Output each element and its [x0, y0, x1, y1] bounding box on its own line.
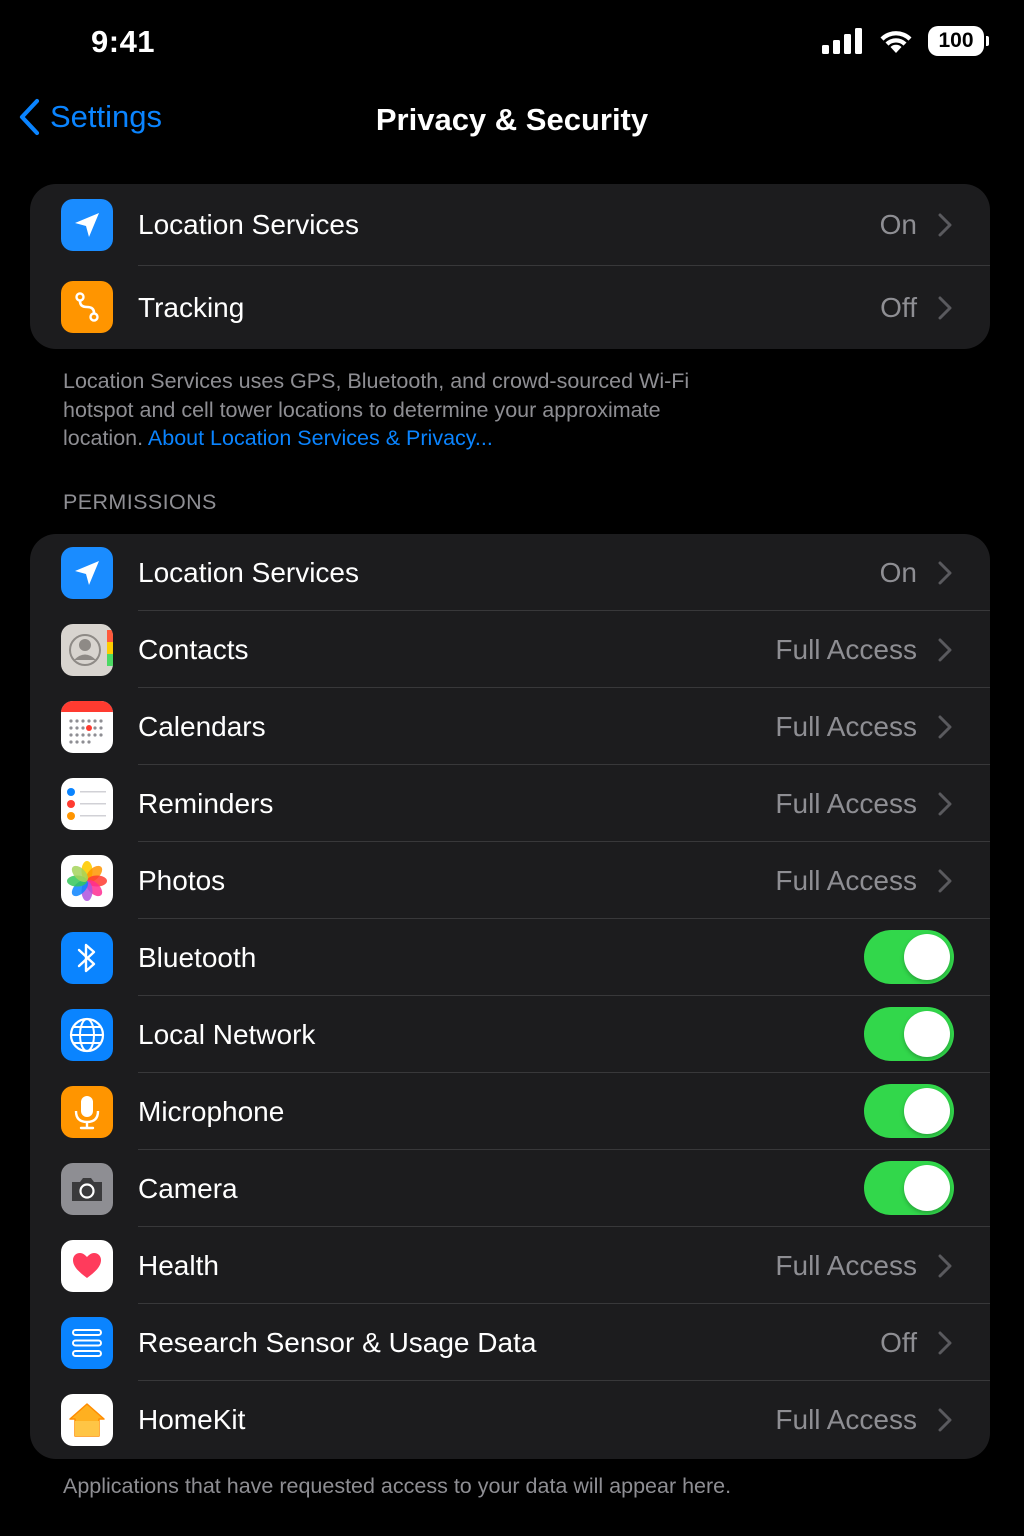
row-reminders[interactable]: Reminders Full Access: [30, 765, 990, 842]
toggle-knob: [904, 934, 950, 980]
row-camera: Camera: [30, 1150, 990, 1227]
wifi-icon: [880, 31, 912, 53]
battery-level: 100: [938, 29, 974, 52]
row-value: On: [879, 209, 917, 240]
row-value: Full Access: [775, 1249, 917, 1281]
row-label: Local Network: [138, 1018, 316, 1050]
row-label: Research Sensor & Usage Data: [138, 1326, 537, 1358]
chevron-right-icon: [938, 1254, 952, 1277]
research-icon: [61, 1317, 113, 1369]
chevron-right-icon: [938, 715, 952, 738]
home-icon: [61, 1394, 113, 1446]
battery-indicator: 100: [928, 26, 989, 56]
row-label: Photos: [138, 864, 226, 896]
globe-icon: [61, 1009, 113, 1061]
status-time: 9:41: [91, 24, 156, 59]
status-icons: 100: [822, 26, 989, 56]
microphone-icon: [61, 1086, 113, 1138]
permissions-header: PERMISSIONS: [63, 490, 217, 514]
tracking-icon: [61, 281, 113, 333]
camera-icon: [61, 1163, 113, 1215]
cellular-signal-icon: [822, 28, 862, 54]
row-label: Bluetooth: [138, 941, 257, 973]
photos-icon: [61, 855, 113, 907]
top-settings-group: Location Services On Tracking Off: [30, 184, 990, 349]
row-label: Tracking: [138, 291, 245, 323]
bluetooth-toggle[interactable]: [864, 930, 954, 984]
toggle-knob: [904, 1088, 950, 1134]
row-value: Full Access: [775, 787, 917, 819]
toggle-knob: [904, 1165, 950, 1211]
row-tracking[interactable]: Tracking Off: [30, 266, 990, 349]
chevron-right-icon: [938, 296, 952, 319]
chevron-right-icon: [938, 561, 952, 584]
row-label: Location Services: [138, 209, 360, 240]
chevron-right-icon: [938, 213, 952, 237]
row-label: Location Services: [138, 556, 360, 588]
row-label: Health: [138, 1249, 219, 1281]
location-arrow-icon: [61, 199, 113, 251]
row-health[interactable]: Health Full Access: [30, 1227, 990, 1304]
row-label: Calendars: [138, 710, 266, 742]
reminders-icon: [61, 778, 113, 830]
chevron-right-icon: [938, 792, 952, 815]
row-bluetooth: Bluetooth: [30, 919, 990, 996]
chevron-right-icon: [938, 1331, 952, 1354]
local-network-toggle[interactable]: [864, 1007, 954, 1061]
row-location-services[interactable]: Location Services On: [30, 184, 990, 266]
row-value: Full Access: [775, 1404, 917, 1435]
row-label: Contacts: [138, 633, 249, 665]
row-value: Full Access: [775, 633, 917, 665]
row-label: Camera: [138, 1172, 238, 1204]
calendar-icon: [61, 701, 113, 753]
health-heart-icon: [61, 1240, 113, 1292]
toggle-knob: [904, 1011, 950, 1057]
row-photos[interactable]: Photos Full Access: [30, 842, 990, 919]
page-title: Privacy & Security: [375, 102, 649, 137]
camera-toggle[interactable]: [864, 1161, 954, 1215]
row-value: Full Access: [775, 710, 917, 742]
microphone-toggle[interactable]: [864, 1084, 954, 1138]
about-location-privacy-link[interactable]: About Location Services & Privacy...: [148, 426, 493, 450]
row-research-sensor[interactable]: Research Sensor & Usage Data Off: [30, 1304, 990, 1381]
contacts-icon: [61, 624, 113, 676]
row-value: Off: [880, 291, 917, 323]
row-value: On: [879, 556, 917, 588]
row-value: Off: [880, 1326, 917, 1358]
navigation-bar: Settings Privacy & Security: [0, 92, 1024, 148]
location-arrow-icon: [61, 547, 113, 599]
row-contacts[interactable]: Contacts Full Access: [30, 611, 990, 688]
chevron-right-icon: [938, 638, 952, 661]
bluetooth-icon: [61, 932, 113, 984]
chevron-right-icon: [938, 1408, 952, 1432]
permissions-footer: Applications that have requested access …: [63, 1474, 732, 1498]
row-homekit[interactable]: HomeKit Full Access: [30, 1381, 990, 1459]
row-value: Full Access: [775, 864, 917, 896]
row-label: Microphone: [138, 1095, 285, 1127]
status-bar: 9:41 100: [0, 0, 1024, 84]
chevron-right-icon: [938, 869, 952, 892]
permissions-group: Location Services On Contacts Full Acces…: [30, 534, 990, 1459]
row-calendars[interactable]: Calendars Full Access: [30, 688, 990, 765]
row-microphone: Microphone: [30, 1073, 990, 1150]
row-local-network: Local Network: [30, 996, 990, 1073]
location-footer: Location Services uses GPS, Bluetooth, a…: [63, 367, 703, 453]
row-label: HomeKit: [138, 1404, 246, 1435]
row-location-services[interactable]: Location Services On: [30, 534, 990, 611]
row-label: Reminders: [138, 787, 274, 819]
